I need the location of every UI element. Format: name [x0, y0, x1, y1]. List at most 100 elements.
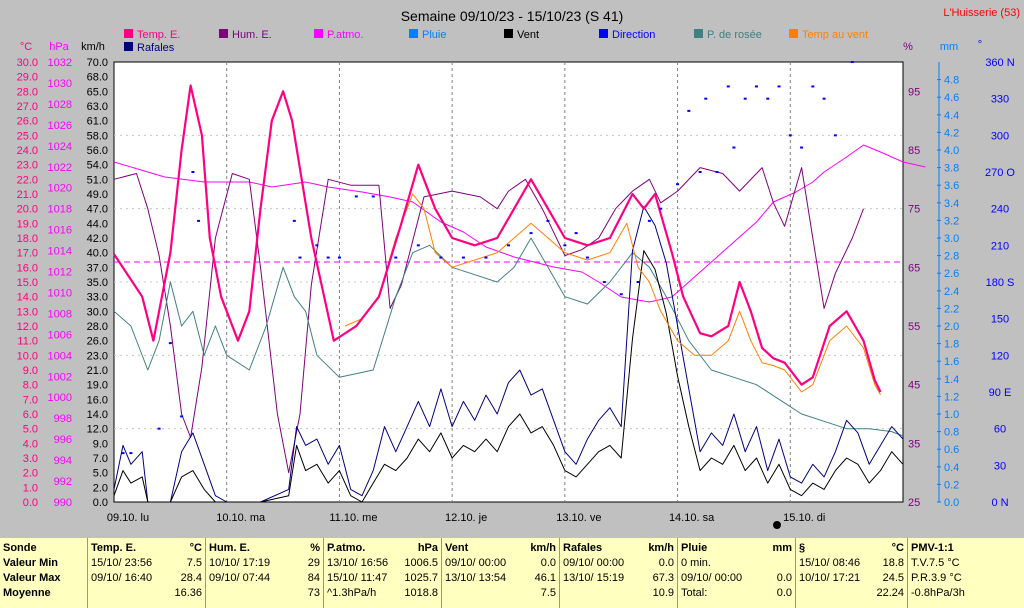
plot-area: [113, 61, 904, 503]
rain-tick-label: 2.6: [944, 268, 959, 280]
temp-tick-label: 17.0: [17, 248, 38, 260]
legend-label: Vent: [517, 29, 539, 41]
summary-cell-value: 7.5: [540, 587, 556, 599]
sun-marker-icon: [773, 521, 781, 529]
direction-point: [461, 256, 465, 259]
temp-tick-label: 0.0: [23, 497, 38, 509]
day-label: 15.10. di: [783, 512, 825, 524]
summary-column: PMV-1:1 T.V.7.5 °C P.R.3.9 °C -0.8hPa/3h: [908, 538, 1024, 608]
summary-cell-time: 09/10/ 16:40: [91, 572, 153, 584]
pressure-tick-label: 1022: [48, 162, 72, 174]
chart-title: Semaine 09/10/23 - 15/10/23 (S 41): [401, 8, 624, 24]
rain-tick-label: 0.2: [944, 479, 959, 491]
wind-tick-label: 19.0: [87, 380, 108, 392]
pressure-tick-label: 1020: [48, 183, 72, 195]
direction-point: [811, 85, 815, 88]
temp-tick-label: 8.0: [23, 380, 38, 392]
direction-point: [298, 256, 302, 259]
direction-point: [698, 171, 702, 173]
summary-column: § °C 15/10/ 08:46 18.8 10/10/ 17:21 24.5 22.24: [796, 538, 908, 608]
wind-tick-label: 0.0: [93, 497, 108, 509]
direction-point: [687, 109, 691, 112]
direction-tick-label: 270 O: [985, 167, 1015, 179]
humidity-tick-label: 45: [908, 380, 920, 392]
wind-tick-label: 44.0: [87, 218, 108, 230]
direction-point: [726, 85, 730, 88]
summary-cell-time: 10/10/ 17:21: [799, 572, 861, 584]
temp-tick-label: 1.0: [23, 482, 38, 494]
pressure-tick-label: 1014: [48, 246, 72, 258]
summary-cell-time: 13/10/ 15:19: [563, 572, 625, 584]
direction-point: [121, 452, 125, 455]
summary-cell-time: 09/10/ 00:00: [445, 557, 507, 569]
rain-tick-label: 3.2: [944, 215, 959, 227]
rain-tick-label: 3.4: [944, 198, 959, 210]
wind-tick-label: 2.0: [93, 482, 108, 494]
summary-column-unit: °C: [891, 542, 904, 554]
humidity-tick-label: 75: [908, 204, 920, 216]
day-label: 13.10. ve: [556, 512, 601, 524]
direction-point: [715, 171, 719, 173]
summary-column: Hum. E.% 10/10/ 17:19 29 09/10/ 07:44 84 73: [206, 538, 324, 608]
direction-point: [507, 244, 510, 247]
summary-column-name: Rafales: [563, 542, 603, 554]
summary-row: 22.24: [799, 586, 904, 601]
temp-tick-label: 6.0: [23, 409, 38, 421]
summary-column-unit: km/h: [648, 542, 674, 554]
wind-tick-label: 37.0: [87, 262, 108, 274]
humidity-tick-label: 95: [908, 86, 920, 98]
direction-point: [766, 97, 770, 100]
summary-row: 09/10/ 16:40 28.4: [91, 571, 202, 586]
legend-label: Direction: [612, 29, 655, 41]
pressure-tick-label: 1018: [48, 204, 72, 216]
wind-tick-label: 51.0: [87, 174, 108, 186]
direction-tick-label: 120: [991, 350, 1009, 362]
temp-tick-label: 30.0: [17, 57, 38, 69]
rain-tick-label: 0.0: [944, 497, 959, 509]
row-label: Valeur Max: [3, 571, 84, 586]
rain-tick-label: 4.6: [944, 92, 959, 104]
direction-point: [191, 171, 195, 173]
legend-label: Rafales: [137, 42, 175, 54]
pressure-tick-label: 1016: [48, 225, 72, 237]
temp-tick-label: 29.0: [17, 72, 38, 84]
summary-cell-value: 0.0: [776, 587, 792, 599]
pressure-tick-label: 1030: [48, 78, 72, 90]
wind-tick-label: 63.0: [87, 101, 108, 113]
summary-cell-time: Total:: [681, 587, 708, 599]
temp-tick-label: 25.0: [17, 130, 38, 142]
pressure-tick-label: 1002: [48, 371, 72, 383]
direction-axis-unit: °: [978, 39, 982, 51]
summary-row: 10.9: [563, 586, 674, 601]
pressure-tick-label: 1010: [48, 287, 72, 299]
direction-tick-label: 360 N: [985, 57, 1014, 69]
temp-tick-label: 22.0: [17, 174, 38, 186]
rain-tick-label: 2.8: [944, 251, 959, 263]
wind-tick-label: 21.0: [87, 365, 108, 377]
pressure-axis-unit: hPa: [49, 41, 69, 53]
direction-point: [529, 232, 533, 235]
temp-tick-label: 10.0: [17, 350, 38, 362]
summary-column-header: Hum. E.%: [209, 540, 320, 556]
direction-point: [850, 61, 854, 63]
summary-column-header: P.atmo. hPa: [327, 540, 438, 556]
summary-row: P.R.3.9 °C: [911, 571, 1021, 586]
pressure-tick-label: 994: [54, 455, 72, 467]
summary-column-header: Rafales km/h: [563, 540, 674, 556]
direction-point: [292, 219, 296, 222]
summary-cell-time: 09/10/ 00:00: [563, 557, 625, 569]
summary-row: 10/10/ 17:21 24.5: [799, 571, 904, 586]
direction-tick-label: 240: [991, 204, 1009, 216]
summary-column-name: Pluie: [681, 542, 708, 554]
wind-tick-label: 28.0: [87, 321, 108, 333]
row-labels-column: Sonde Valeur Min Valeur Max Moyenne: [0, 538, 88, 608]
temp-tick-label: 9.0: [23, 365, 38, 377]
temp-tick-label: 14.0: [17, 292, 38, 304]
wind-tick-label: 30.0: [87, 306, 108, 318]
wind-tick-label: 12.0: [87, 424, 108, 436]
legend-label: P. de rosée: [707, 29, 762, 41]
rain-tick-label: 4.8: [944, 75, 959, 87]
temp-axis-unit: °C: [20, 41, 32, 53]
weather-chart: Semaine 09/10/23 - 15/10/23 (S 41) L'Hui…: [0, 0, 1024, 538]
summary-cell-value: 16.36: [174, 587, 202, 599]
